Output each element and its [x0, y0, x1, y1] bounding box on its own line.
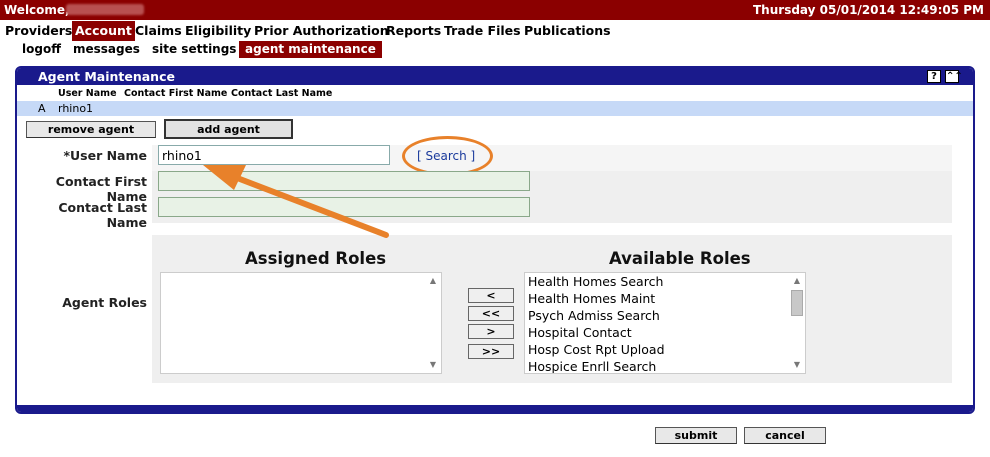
- main-nav: Providers Account Claims Eligibility Pri…: [0, 21, 990, 41]
- move-all-left-button[interactable]: <<: [468, 306, 514, 321]
- list-item[interactable]: Hosp Cost Rpt Upload: [525, 341, 805, 358]
- subnav-logoff[interactable]: logoff: [16, 41, 67, 58]
- available-roles-scrollbar[interactable]: ▲ ▼: [789, 273, 805, 373]
- move-one-left-button[interactable]: <: [468, 288, 514, 303]
- add-agent-button[interactable]: add agent: [164, 119, 293, 139]
- current-datetime: Thursday 05/01/2014 12:49:05 PM: [753, 3, 984, 17]
- redacted-username: [66, 4, 144, 15]
- search-link[interactable]: [ Search ]: [417, 149, 475, 163]
- help-button[interactable]: ?: [927, 70, 941, 83]
- subnav-site-settings[interactable]: site settings: [146, 41, 242, 58]
- submit-button[interactable]: submit: [655, 427, 737, 444]
- nav-providers[interactable]: Providers: [2, 21, 75, 41]
- assigned-roles-title: Assigned Roles: [245, 249, 387, 268]
- scroll-thumb[interactable]: [791, 290, 803, 316]
- scroll-down-icon[interactable]: ▼: [792, 360, 802, 370]
- list-item[interactable]: Hospital Contact: [525, 324, 805, 341]
- nav-claims[interactable]: Claims: [132, 21, 185, 41]
- table-row[interactable]: A rhino1: [17, 101, 973, 116]
- panel-title: Agent Maintenance: [38, 69, 175, 84]
- remove-agent-button[interactable]: remove agent: [26, 121, 156, 138]
- nav-eligibility[interactable]: Eligibility: [182, 21, 254, 41]
- panel-header: Agent Maintenance ? ⌃⌃: [17, 68, 973, 85]
- panel-footer-bar: [17, 405, 973, 412]
- agent-roles-label: Agent Roles: [62, 295, 147, 310]
- agents-table-header: User Name Contact First Name Contact Las…: [17, 87, 973, 101]
- column-header-first-name: Contact First Name: [124, 88, 228, 99]
- agent-maintenance-panel: Agent Maintenance ? ⌃⌃ User Name Contact…: [15, 66, 975, 414]
- move-one-right-button[interactable]: >: [468, 324, 514, 339]
- user-name-label: *User Name: [63, 148, 147, 163]
- subnav-agent-maintenance[interactable]: agent maintenance: [239, 41, 382, 58]
- nav-trade-files[interactable]: Trade Files: [441, 21, 524, 41]
- collapse-button[interactable]: ⌃⌃: [945, 70, 963, 83]
- list-item[interactable]: Psych Admiss Search: [525, 307, 805, 324]
- scroll-down-icon[interactable]: ▼: [428, 360, 438, 370]
- agent-user-name: rhino1: [58, 102, 94, 115]
- list-item[interactable]: Health Homes Search: [525, 273, 805, 290]
- column-header-last-name: Contact Last Name: [231, 88, 333, 99]
- available-roles-list[interactable]: Health Homes Search Health Homes Maint P…: [524, 272, 806, 374]
- cancel-button[interactable]: cancel: [744, 427, 826, 444]
- nav-reports[interactable]: Reports: [383, 21, 444, 41]
- nav-account[interactable]: Account: [72, 21, 135, 41]
- nav-prior-authorization[interactable]: Prior Authorization: [251, 21, 392, 41]
- assigned-roles-scrollbar[interactable]: ▲ ▼: [425, 273, 441, 373]
- scroll-up-icon[interactable]: ▲: [428, 276, 438, 286]
- user-name-input[interactable]: [158, 145, 390, 165]
- column-header-user-name: User Name: [58, 88, 117, 99]
- agent-status: A: [38, 102, 46, 115]
- list-item[interactable]: Hospice Enrll Search: [525, 358, 805, 373]
- top-bar: Welcome, Thursday 05/01/2014 12:49:05 PM: [0, 0, 990, 20]
- sub-nav: logoff messages site settings agent main…: [0, 41, 990, 59]
- scroll-up-icon[interactable]: ▲: [792, 276, 802, 286]
- last-name-label: Contact Last Name: [58, 200, 147, 230]
- assigned-roles-list[interactable]: ▲ ▼: [160, 272, 442, 374]
- move-all-right-button[interactable]: >>: [468, 344, 514, 359]
- welcome-text: Welcome,: [4, 3, 70, 17]
- nav-publications[interactable]: Publications: [521, 21, 614, 41]
- last-name-input[interactable]: [158, 197, 530, 217]
- first-name-input[interactable]: [158, 171, 530, 191]
- available-roles-title: Available Roles: [609, 249, 751, 268]
- subnav-messages[interactable]: messages: [67, 41, 146, 58]
- list-item[interactable]: Health Homes Maint: [525, 290, 805, 307]
